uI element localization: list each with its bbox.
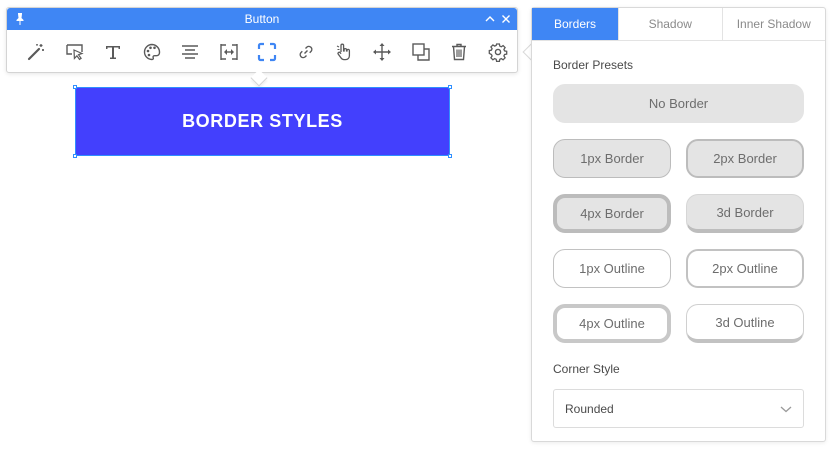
chevron-down-icon — [780, 406, 792, 413]
corner-style-title: Corner Style — [553, 362, 620, 376]
pin-icon[interactable] — [14, 12, 26, 26]
move-arrows-icon — [373, 42, 392, 61]
selected-canvas-button[interactable]: BORDER STYLES — [73, 85, 452, 158]
tab-borders[interactable]: Borders — [532, 8, 619, 40]
duplicate-icon — [412, 42, 430, 61]
hand-pointer-icon — [334, 42, 351, 60]
preset-1px-border[interactable]: 1px Border — [553, 139, 671, 178]
collapse-icon[interactable] — [485, 14, 495, 24]
canvas-button-label: BORDER STYLES — [182, 111, 343, 131]
border-settings-panel: Borders Shadow Inner Shadow Border Prese… — [531, 7, 826, 442]
border-presets-title: Border Presets — [553, 58, 634, 72]
resize-handle-top-right[interactable] — [448, 85, 452, 89]
element-toolbar: Button — [6, 7, 518, 73]
tab-inner-shadow[interactable]: Inner Shadow — [723, 8, 826, 40]
toolbar-title: Button — [244, 12, 280, 26]
align-center-icon — [182, 44, 199, 59]
panel-tabs: Borders Shadow Inner Shadow — [532, 8, 825, 41]
preset-4px-border[interactable]: 4px Border — [553, 194, 671, 233]
tool-magic-wand[interactable] — [17, 30, 55, 73]
corner-style-select[interactable]: Rounded — [553, 389, 804, 428]
border-corners-icon — [257, 42, 277, 61]
toolbar-header[interactable]: Button — [7, 8, 517, 30]
preset-1px-outline[interactable]: 1px Outline — [553, 249, 671, 288]
preset-3d-outline[interactable]: 3d Outline — [686, 304, 804, 343]
preset-2px-border[interactable]: 2px Border — [686, 139, 804, 178]
resize-handle-bottom-left[interactable] — [73, 154, 77, 158]
close-icon[interactable] — [501, 14, 511, 24]
resize-handle-top-left[interactable] — [73, 85, 77, 89]
tool-settings[interactable] — [479, 30, 517, 73]
tool-width[interactable] — [209, 30, 247, 73]
trash-icon — [452, 43, 467, 60]
tool-border[interactable] — [248, 30, 286, 73]
corner-style-value: Rounded — [565, 401, 614, 416]
width-resize-icon — [219, 43, 238, 60]
link-icon — [299, 45, 312, 58]
tool-align[interactable] — [171, 30, 209, 73]
tab-shadow[interactable]: Shadow — [619, 8, 723, 40]
tool-duplicate[interactable] — [402, 30, 440, 73]
tool-select[interactable] — [55, 30, 93, 73]
gear-icon — [488, 42, 508, 62]
tool-link[interactable] — [286, 30, 324, 73]
palette-icon — [143, 43, 160, 60]
tool-delete[interactable] — [440, 30, 478, 73]
tool-action[interactable] — [325, 30, 363, 73]
tool-color[interactable] — [132, 30, 170, 73]
tool-move[interactable] — [363, 30, 401, 73]
preset-2px-outline[interactable]: 2px Outline — [686, 249, 804, 288]
magic-wand-icon — [28, 43, 45, 60]
preset-3d-border[interactable]: 3d Border — [686, 194, 804, 233]
text-icon — [106, 45, 121, 59]
cursor-select-icon — [66, 43, 84, 60]
tool-row — [7, 30, 517, 73]
preset-4px-outline[interactable]: 4px Outline — [553, 304, 671, 343]
resize-handle-bottom-right[interactable] — [448, 154, 452, 158]
tool-text[interactable] — [94, 30, 132, 73]
preset-no-border[interactable]: No Border — [553, 84, 804, 123]
